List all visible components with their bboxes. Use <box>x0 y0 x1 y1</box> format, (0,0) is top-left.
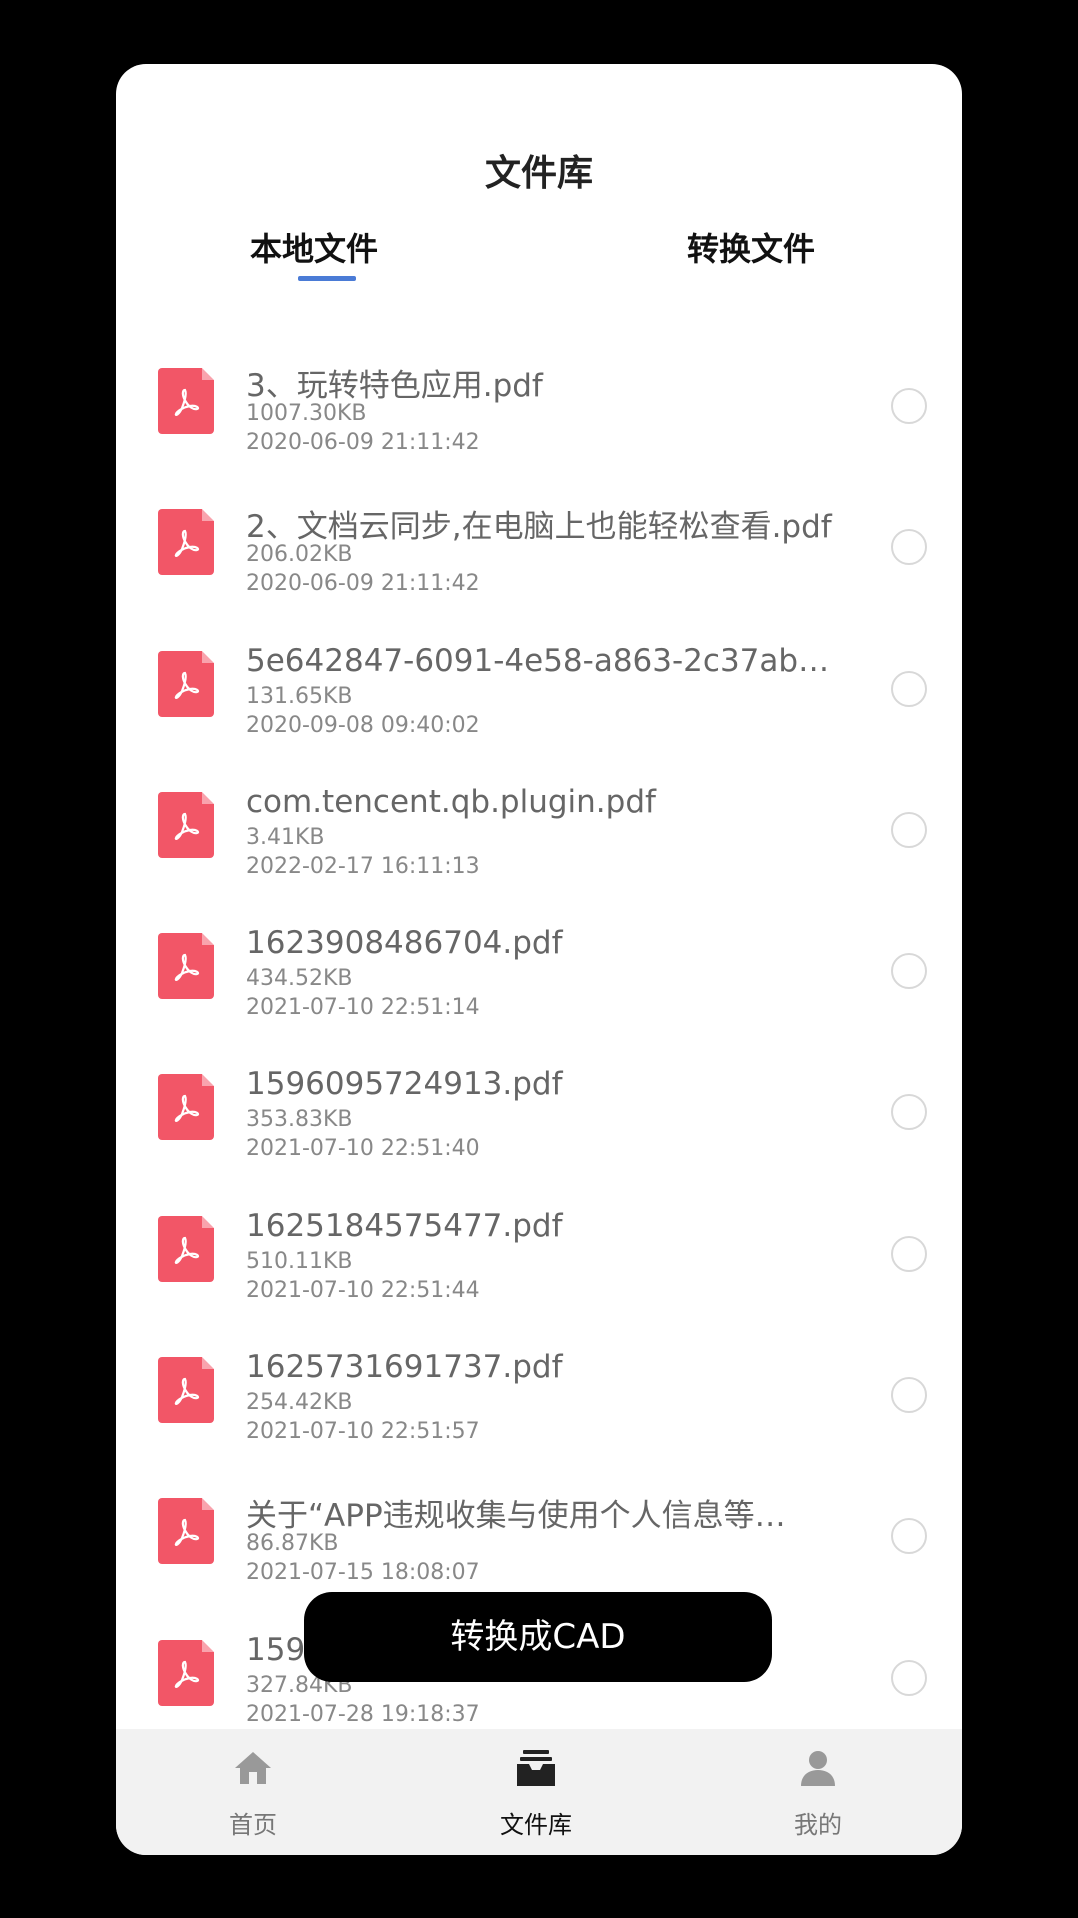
file-name: 1623908486704.pdf <box>246 925 563 962</box>
file-row[interactable]: 1623908486704.pdf 434.52KB 2021-07-10 22:5… <box>116 853 962 1020</box>
file-row[interactable]: 1625184575477.pdf 510.11KB 2021-07-10 22:5… <box>116 1136 962 1303</box>
file-size: 131.65KB <box>246 683 353 709</box>
file-row[interactable]: com.tencent.qb.plugin.pdf 3.41KB 2022-02-1… <box>116 712 962 879</box>
select-radio[interactable] <box>891 388 927 424</box>
tab-local-files[interactable]: 本地文件 <box>184 224 444 270</box>
select-radio[interactable] <box>891 529 927 566</box>
file-list: 3、玩转特色应用.pdf 1007.30KB 2020-06-09 21:11:42… <box>116 346 962 1727</box>
file-row[interactable]: 3、玩转特色应用.pdf 1007.30KB 2020-06-09 21:11:42 <box>116 288 962 455</box>
pdf-file-icon <box>158 1498 214 1565</box>
file-row[interactable]: 1596095724913.pdf 353.83KB 2021-07-10 22:5… <box>116 994 962 1161</box>
pdf-file-icon <box>158 650 214 717</box>
pdf-file-icon <box>158 933 214 1000</box>
select-radio[interactable] <box>891 1094 927 1131</box>
select-radio[interactable] <box>891 670 927 707</box>
file-size: 254.42KB <box>246 1390 353 1416</box>
pdf-file-icon <box>158 1074 214 1141</box>
pdf-file-icon <box>158 509 214 576</box>
file-name: 5e642847-6091-4e58-a863-2c37ab… <box>246 642 830 679</box>
select-radio[interactable] <box>891 1377 927 1414</box>
file-size: 1007.30KB <box>246 401 367 426</box>
file-name: 2、文档云同步,在电脑上也能轻松查看.pdf <box>246 509 832 546</box>
file-name: 1625731691737.pdf <box>246 1349 563 1386</box>
home-icon <box>173 1745 333 1791</box>
file-name: 3、玩转特色应用.pdf <box>246 368 543 404</box>
convert-to-cad-button[interactable]: 转换成CAD <box>304 1592 772 1682</box>
nav-item-home[interactable]: 首页 <box>173 1745 333 1840</box>
bottom-nav: 首页 文件库 我的 <box>116 1729 962 1855</box>
pdf-file-icon <box>158 791 214 858</box>
inbox-icon <box>456 1745 616 1791</box>
page-title: 文件库 <box>484 153 593 194</box>
tab-converted-files[interactable]: 转换文件 <box>621 224 881 270</box>
file-row[interactable]: 1625731691737.pdf 254.42KB 2021-07-10 22:5… <box>116 1277 962 1444</box>
pdf-file-icon <box>158 1357 214 1424</box>
select-radio[interactable] <box>891 811 927 848</box>
file-row[interactable]: 2、文档云同步,在电脑上也能轻松查看.pdf 206.02KB 2020-06-09… <box>116 429 962 596</box>
file-size: 353.83KB <box>246 1107 353 1133</box>
select-radio[interactable] <box>891 1235 927 1272</box>
nav-label-me: 我的 <box>794 1811 842 1839</box>
file-size: 510.11KB <box>246 1248 353 1274</box>
file-size: 206.02KB <box>246 542 353 568</box>
select-radio[interactable] <box>891 1518 927 1555</box>
select-radio[interactable] <box>891 1659 927 1696</box>
file-date: 2021-07-28 19:18:37 <box>246 1701 480 1727</box>
active-tab-indicator <box>298 276 356 281</box>
file-name: 关于“APP违规收集与使用个人信息等… <box>246 1498 786 1535</box>
select-radio[interactable] <box>891 953 927 990</box>
pdf-file-icon <box>158 1639 214 1706</box>
nav-item-me[interactable]: 我的 <box>738 1745 898 1840</box>
nav-label-home: 首页 <box>229 1811 277 1839</box>
file-name: 1596095724913.pdf <box>246 1066 563 1103</box>
file-row[interactable]: 关于“APP违规收集与使用个人信息等… 86.87KB 2021-07-15 18:… <box>116 1418 962 1585</box>
file-size: 86.87KB <box>246 1531 339 1557</box>
file-name: 1625184575477.pdf <box>246 1207 563 1244</box>
pdf-file-icon <box>158 368 214 434</box>
tab-bar: 本地文件 转换文件 <box>116 224 962 294</box>
user-icon <box>738 1745 898 1791</box>
file-size: 434.52KB <box>246 966 353 992</box>
nav-label-file-library: 文件库 <box>500 1811 572 1839</box>
file-row[interactable]: 5e642847-6091-4e58-a863-2c37ab… 131.65KB 2… <box>116 571 962 738</box>
app-screen: 文件库 本地文件 转换文件 3、玩转特色应用.pdf 1007.30KB 2020-… <box>116 64 962 1855</box>
pdf-file-icon <box>158 1215 214 1282</box>
nav-item-file-library[interactable]: 文件库 <box>456 1745 616 1840</box>
file-name: com.tencent.qb.plugin.pdf <box>246 783 656 820</box>
file-size: 3.41KB <box>246 824 325 850</box>
